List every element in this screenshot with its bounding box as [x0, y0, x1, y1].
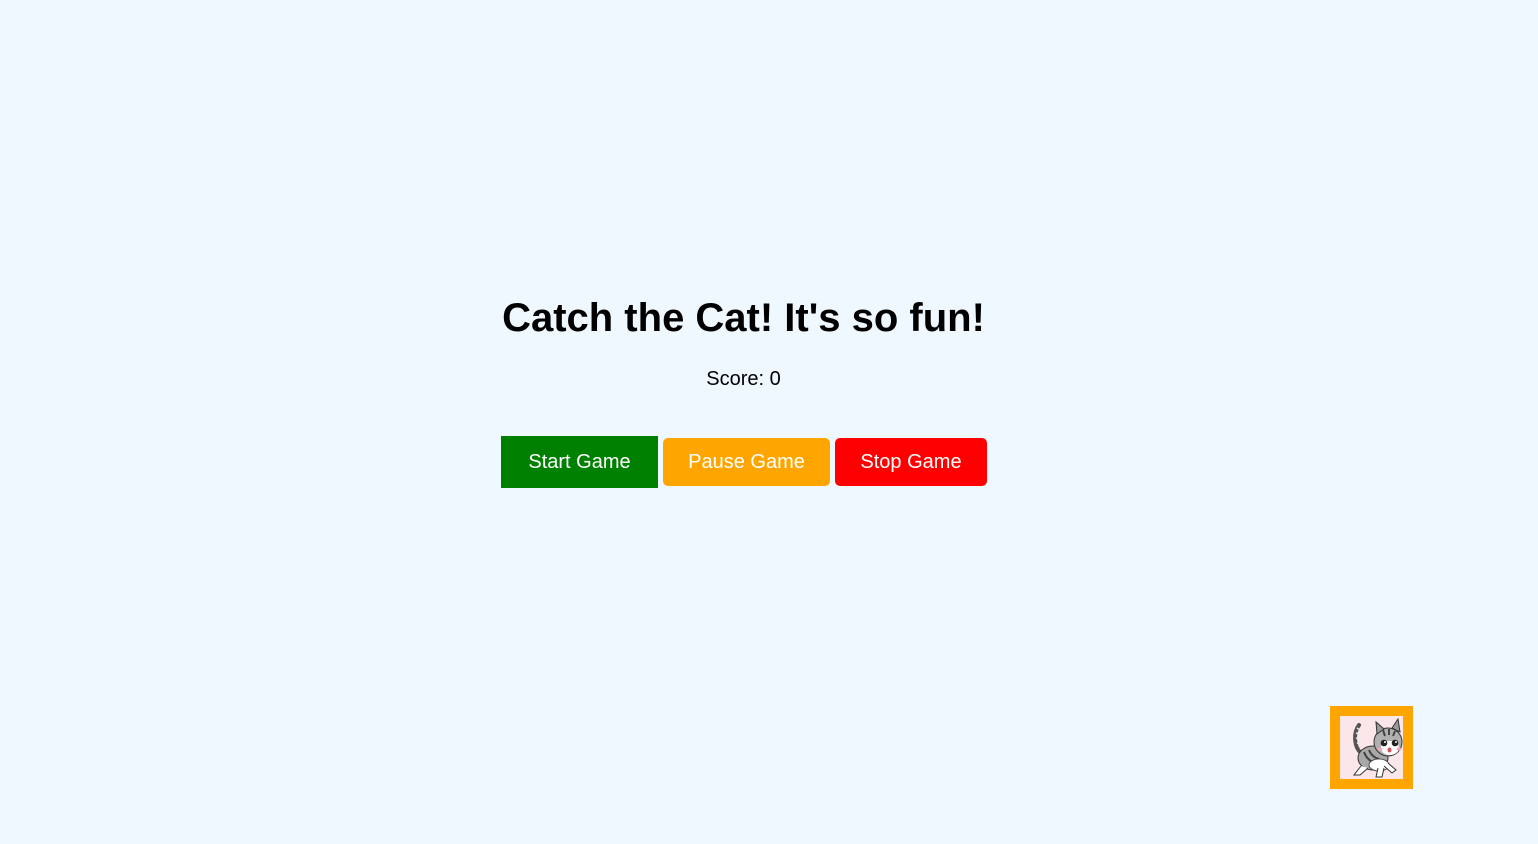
cat-icon	[1340, 716, 1403, 779]
game-title: Catch the Cat! It's so fun!	[502, 296, 985, 340]
start-game-button[interactable]: Start Game	[501, 436, 658, 488]
cat-target[interactable]	[1330, 706, 1413, 789]
stop-game-button[interactable]: Stop Game	[835, 438, 987, 486]
score-display: Score: 0	[706, 368, 781, 390]
game-container: Catch the Cat! It's so fun! Score: 0 Sta…	[0, 0, 1538, 844]
pause-game-button[interactable]: Pause Game	[663, 438, 830, 486]
